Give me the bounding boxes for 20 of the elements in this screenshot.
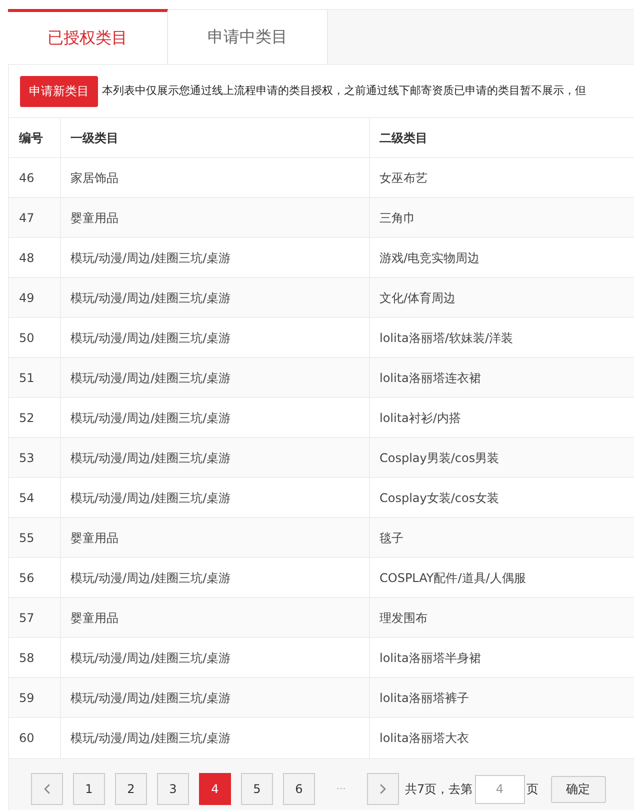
table-cell: 60 [9,718,60,758]
apply-button[interactable]: 申请新类目 [20,76,98,106]
confirm-button[interactable]: 确定 [550,776,606,802]
notice-text: 本列表中仅展示您通过线上流程申请的类目授权，之前通过线下邮寄资质已申请的类目暂不展示，但 [102,82,586,99]
total-pages-text: 共7页，去第 [405,781,473,798]
tab[interactable]: 申请中类目 [168,10,328,64]
ellipsis: ··· [335,782,347,796]
table-cell: 模玩/动漫/周边/娃圈三坑/桌游 [60,718,369,758]
next-page-button[interactable] [367,773,399,805]
page-button[interactable]: 5 [241,773,273,805]
page-suffix-text: 页 [526,781,539,798]
tab[interactable]: 已授权类目 [8,9,168,64]
page-button[interactable]: 2 [115,773,147,805]
page-button[interactable]: 6 [283,773,315,805]
previous-page-button[interactable] [31,773,63,805]
page-input[interactable]: 4 [474,774,525,804]
table-cell: lolita洛丽塔大衣 [369,718,634,758]
page-button[interactable]: 1 [73,773,105,805]
page-button[interactable]: 4 [199,773,231,805]
page-button[interactable]: 3 [157,773,189,805]
